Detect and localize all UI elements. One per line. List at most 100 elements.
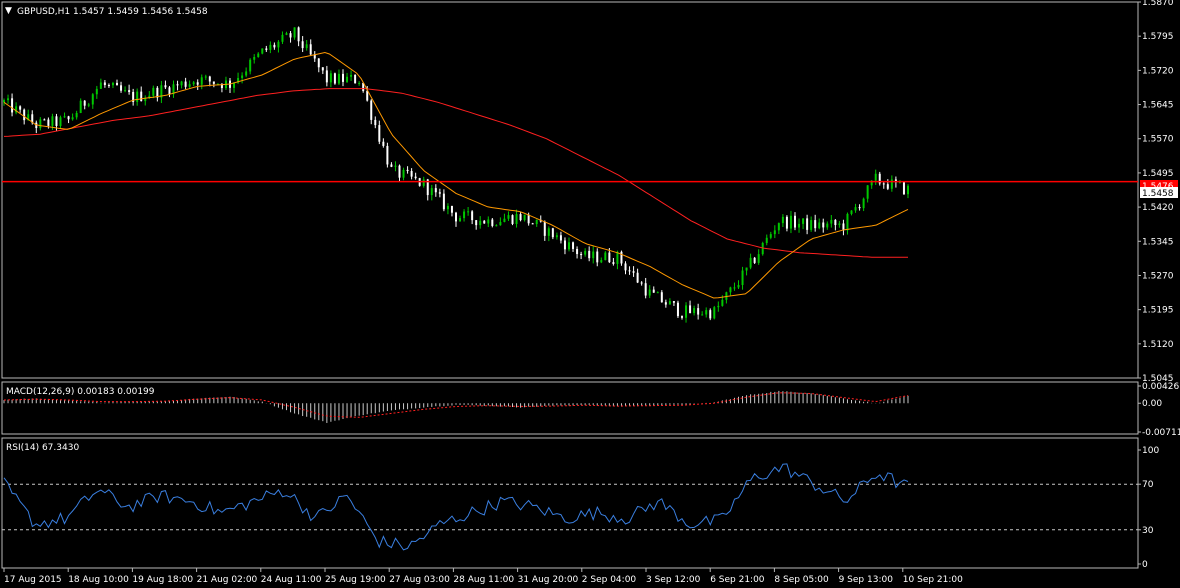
candle-body	[765, 237, 768, 243]
candle-body	[838, 223, 841, 226]
symbol-menu-arrow-icon[interactable]: ▼	[5, 6, 12, 16]
candle-body	[882, 183, 885, 185]
candle-body	[3, 100, 5, 103]
candle-body	[656, 292, 659, 294]
candle-body	[414, 176, 417, 179]
candle-body	[814, 220, 817, 229]
candle-body	[257, 53, 260, 57]
candle-body	[241, 75, 244, 79]
candle-body	[51, 116, 54, 126]
candle-body	[281, 34, 284, 42]
candle-body	[588, 250, 591, 259]
candle-body	[196, 82, 199, 85]
price-tick-label: 1.5120	[1142, 340, 1174, 350]
candle-body	[745, 267, 748, 271]
candle-body	[628, 270, 631, 272]
candle-body	[471, 211, 474, 221]
candle-body	[164, 85, 167, 88]
candle-body	[693, 308, 696, 314]
candle-body	[624, 263, 627, 271]
candle-body	[63, 116, 66, 118]
main-panel-header: GBPUSD,H1 1.5457 1.5459 1.5456 1.5458	[17, 7, 208, 17]
candle-body	[378, 125, 381, 142]
candle-body	[802, 218, 805, 224]
candle-body	[410, 171, 413, 177]
candle-body	[325, 70, 328, 83]
candle-body	[660, 292, 663, 303]
candle-body	[810, 220, 813, 230]
time-tick-label: 21 Aug 02:00	[197, 575, 258, 585]
candle-body	[612, 262, 615, 264]
candle-body	[47, 119, 50, 126]
candle-body	[757, 254, 760, 263]
candle-body	[455, 212, 457, 222]
candle-body	[406, 169, 409, 172]
candle-body	[681, 316, 683, 318]
candle-body	[668, 301, 671, 305]
candle-body	[140, 91, 143, 102]
rsi-tick-label: 70	[1142, 480, 1154, 490]
candle-body	[866, 185, 869, 199]
candle-body	[350, 74, 353, 77]
time-tick-label: 31 Aug 20:00	[518, 575, 579, 585]
price-tick-label: 1.5420	[1142, 203, 1174, 213]
candle-body	[794, 215, 796, 228]
candle-body	[176, 84, 179, 86]
candle-body	[664, 302, 667, 305]
candle-body	[499, 222, 502, 226]
candle-body	[733, 287, 736, 289]
time-tick-label: 3 Sep 12:00	[646, 575, 701, 585]
candle-body	[600, 260, 603, 263]
candle-body	[777, 223, 780, 231]
rsi-tick-label: 0	[1142, 560, 1148, 570]
candle-body	[572, 242, 575, 249]
candle-body	[672, 301, 675, 303]
candle-body	[398, 165, 401, 178]
price-tick-label: 1.5270	[1142, 271, 1174, 281]
candle-body	[907, 185, 909, 195]
candle-body	[685, 305, 688, 318]
time-tick-label: 8 Sep 05:00	[774, 575, 829, 585]
candle-body	[547, 228, 550, 236]
candle-body	[184, 81, 187, 87]
candle-body	[644, 283, 647, 296]
candle-body	[580, 254, 583, 256]
candle-body	[749, 257, 752, 268]
candle-body	[531, 223, 534, 225]
candle-body	[309, 44, 312, 55]
candle-body	[188, 84, 191, 87]
time-tick-label: 9 Sep 13:00	[839, 575, 894, 585]
candle-body	[152, 87, 155, 96]
candle-body	[168, 87, 171, 95]
candle-body	[430, 188, 433, 196]
candle-body	[830, 219, 833, 224]
candle-body	[652, 289, 655, 293]
candle-body	[511, 215, 514, 225]
candle-body	[366, 90, 369, 101]
price-tick-label: 1.5345	[1142, 237, 1174, 247]
chart-window: 1.5870 1.5795 1.5720 1.5645 1.5570 1.5495 1.54…	[0, 0, 1180, 588]
candle-body	[479, 220, 482, 226]
candle-body	[697, 308, 700, 315]
candle-body	[321, 67, 324, 71]
candle-body	[55, 116, 58, 126]
candle-body	[604, 252, 607, 261]
candle-body	[394, 165, 397, 167]
candle-body	[503, 218, 506, 223]
candle-body	[475, 220, 478, 226]
candle-body	[305, 44, 308, 49]
candle-body	[337, 73, 340, 84]
candle-body	[713, 307, 716, 319]
time-tick-label: 2 Sep 04:00	[582, 575, 637, 585]
bid-price-label: 1.5458	[1142, 189, 1174, 199]
candle-body	[874, 173, 877, 181]
chart-background	[0, 0, 1180, 588]
candle-body	[769, 234, 772, 238]
time-tick-label: 24 Aug 11:00	[261, 575, 322, 585]
price-tick-label: 1.5195	[1142, 306, 1174, 316]
candle-body	[543, 221, 546, 236]
candle-body	[442, 193, 445, 210]
time-tick-label: 27 Aug 03:00	[389, 575, 450, 585]
candle-body	[463, 211, 466, 219]
price-tick-label: 1.5645	[1142, 101, 1174, 111]
